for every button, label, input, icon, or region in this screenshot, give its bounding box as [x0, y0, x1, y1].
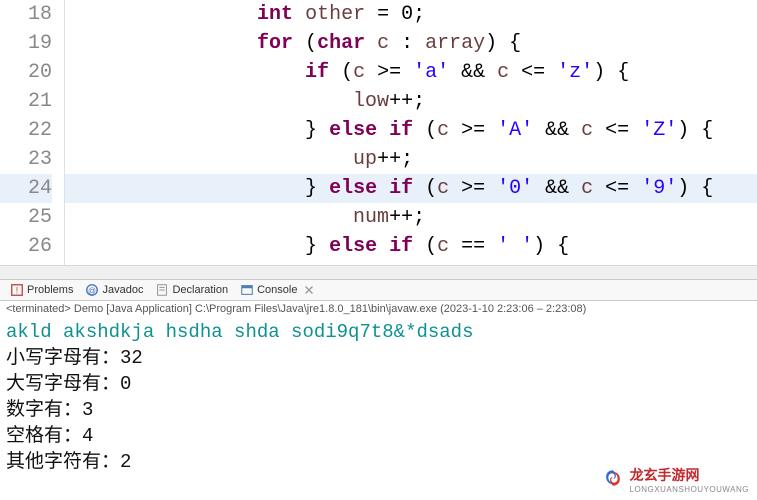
tab-console[interactable]: Console: [236, 282, 320, 298]
console-line: 数字有：3: [6, 397, 751, 423]
swirl-icon: [602, 467, 624, 492]
line-number-gutter: 181920212223242526: [0, 0, 65, 265]
tab-problems[interactable]: ! Problems: [6, 282, 77, 298]
line-number: 23: [0, 145, 52, 174]
line-number: 25: [0, 203, 52, 232]
code-content[interactable]: int other = 0; for (char c : array) { if…: [65, 0, 757, 265]
code-line[interactable]: } else if (c >= '0' && c <= '9') {: [65, 174, 757, 203]
console-input-echo: akld akshdkja hsdha shda sodi9q7t8&*dsad…: [6, 319, 751, 345]
tab-declaration[interactable]: Declaration: [151, 282, 232, 298]
line-number: 26: [0, 232, 52, 261]
code-line[interactable]: up++;: [65, 145, 757, 174]
watermark-sub: LONGXUANSHOUYOUWANG: [630, 485, 749, 494]
line-number: 20: [0, 58, 52, 87]
console-line: 大写字母有：0: [6, 371, 751, 397]
console-line: 空格有：4: [6, 423, 751, 449]
svg-text:@: @: [88, 287, 96, 296]
line-number: 22: [0, 116, 52, 145]
console-output[interactable]: akld akshdkja hsdha shda sodi9q7t8&*dsad…: [0, 317, 757, 477]
javadoc-icon: @: [85, 283, 99, 297]
watermark: 龙玄手游网 LONGXUANSHOUYOUWANG: [602, 465, 749, 494]
console-icon: [240, 283, 254, 297]
code-line[interactable]: } else if (c >= 'A' && c <= 'Z') {: [65, 116, 757, 145]
terminated-status: <terminated> Demo [Java Application] C:\…: [0, 301, 757, 317]
console-line: 小写字母有：32: [6, 345, 751, 371]
line-number: 21: [0, 87, 52, 116]
code-line[interactable]: } else if (c == ' ') {: [65, 232, 757, 261]
horizontal-scrollbar[interactable]: [0, 265, 757, 279]
tab-label: Problems: [27, 284, 73, 296]
declaration-icon: [155, 283, 169, 297]
tab-javadoc[interactable]: @ Javadoc: [81, 282, 147, 298]
watermark-text: 龙玄手游网: [630, 467, 700, 483]
code-line[interactable]: for (char c : array) {: [65, 29, 757, 58]
close-icon[interactable]: [302, 283, 316, 297]
code-editor[interactable]: 181920212223242526 int other = 0; for (c…: [0, 0, 757, 265]
code-line[interactable]: num++;: [65, 203, 757, 232]
problems-icon: !: [10, 283, 24, 297]
line-number: 18: [0, 0, 52, 29]
line-number: 19: [0, 29, 52, 58]
bottom-tabs: ! Problems @ Javadoc Declaration Console: [0, 279, 757, 301]
tab-label: Javadoc: [102, 284, 143, 296]
code-line[interactable]: int other = 0;: [65, 0, 757, 29]
tab-label: Declaration: [172, 284, 228, 296]
tab-label: Console: [257, 284, 297, 296]
code-line[interactable]: if (c >= 'a' && c <= 'z') {: [65, 58, 757, 87]
line-number: 24: [0, 174, 52, 203]
svg-text:!: !: [16, 286, 18, 296]
code-line[interactable]: low++;: [65, 87, 757, 116]
